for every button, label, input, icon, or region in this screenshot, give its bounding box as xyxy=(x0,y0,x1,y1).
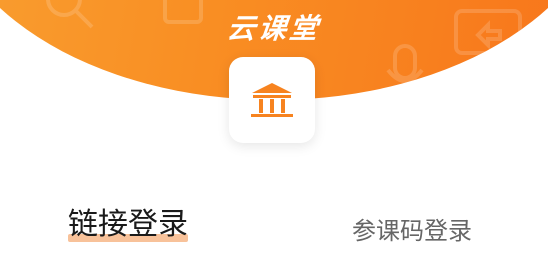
tab-code-login-label: 参课码登录 xyxy=(352,217,472,245)
login-screen: 云课堂 链接登录 参课码登录 xyxy=(0,0,548,278)
classroom-building-icon xyxy=(251,83,293,117)
app-title: 云课堂 xyxy=(225,12,323,45)
tab-code-login[interactable]: 参课码登录 xyxy=(352,211,472,251)
app-logo xyxy=(229,57,315,143)
tab-link-login-label: 链接登录 xyxy=(68,207,188,242)
decorative-microphone-icon xyxy=(386,44,424,96)
tab-link-login[interactable]: 链接登录 xyxy=(68,205,188,245)
